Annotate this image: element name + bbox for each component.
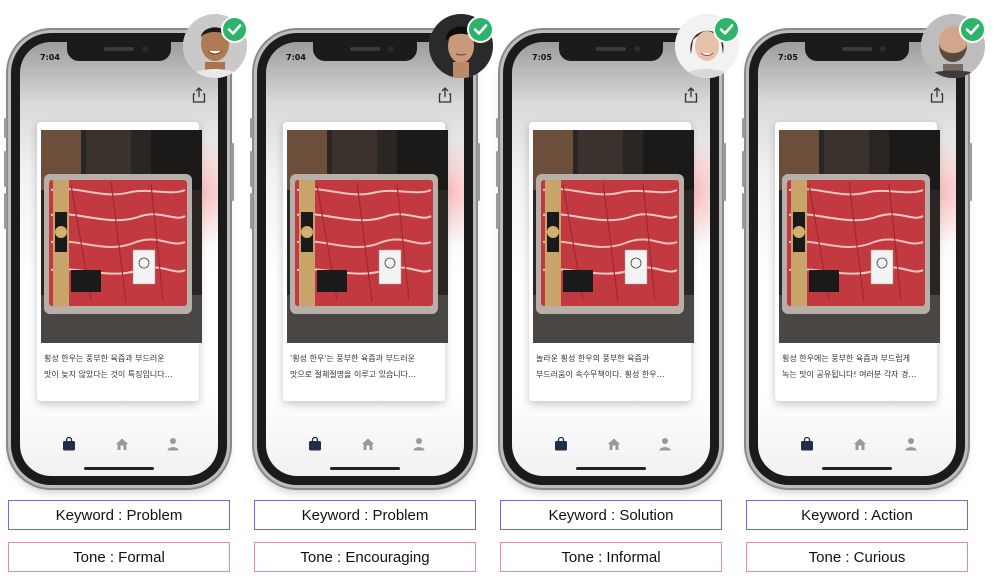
power-button bbox=[723, 143, 726, 201]
bottom-tab-bar bbox=[266, 437, 464, 457]
power-button bbox=[477, 143, 480, 201]
share-icon[interactable] bbox=[438, 87, 452, 103]
bottom-tab-bar bbox=[512, 437, 710, 457]
mute-switch bbox=[742, 118, 745, 138]
variant-panel-4: 7:05 횡성 한우에는 풍부한 육즙과 부드럽게 녹는 맛이 공유됩니다! 여… bbox=[742, 0, 986, 578]
variant-panel-3: 7:05 놀라운 횡성 한우의 풍부한 육즙과 부드러움이 속수무책이다. 횡성… bbox=[496, 0, 740, 578]
keyword-label: Keyword : Problem bbox=[254, 500, 476, 530]
bag-icon[interactable] bbox=[800, 437, 814, 451]
person-icon[interactable] bbox=[412, 437, 426, 451]
post-card[interactable]: 놀라운 횡성 한우의 풍부한 육즙과 부드러움이 속수무책이다. 횡성 한우… bbox=[529, 122, 694, 401]
check-icon bbox=[221, 16, 248, 43]
home-icon[interactable] bbox=[361, 437, 375, 451]
person-icon[interactable] bbox=[658, 437, 672, 451]
caption-line: 맛이 늦지 않았다는 것이 특징입니다… bbox=[44, 370, 173, 379]
hanwoo-beef-photo bbox=[287, 130, 448, 343]
volume-up-button bbox=[250, 151, 253, 187]
home-indicator bbox=[84, 467, 154, 470]
person-icon[interactable] bbox=[904, 437, 918, 451]
volume-up-button bbox=[4, 151, 7, 187]
share-icon[interactable] bbox=[930, 87, 944, 103]
check-icon bbox=[467, 16, 494, 43]
volume-down-button bbox=[250, 193, 253, 229]
notch bbox=[313, 42, 417, 61]
phone-screen: 7:04 bbox=[20, 42, 218, 476]
bag-icon[interactable] bbox=[308, 437, 322, 451]
keyword-label: Keyword : Problem bbox=[8, 500, 230, 530]
keyword-label: Keyword : Action bbox=[746, 500, 968, 530]
phone-mockup: 7:04 bbox=[250, 33, 480, 485]
caption-line: 부드러움이 속수무책이다. 횡성 한우… bbox=[536, 370, 665, 379]
tone-label: Tone : Informal bbox=[500, 542, 722, 572]
volume-up-button bbox=[496, 151, 499, 187]
status-time: 7:05 bbox=[778, 53, 798, 62]
mute-switch bbox=[4, 118, 7, 138]
phone-screen: 7:04 bbox=[266, 42, 464, 476]
post-caption: 횡성 한우는 풍부한 육즙과 부드러운 맛이 늦지 않았다는 것이 특징입니다… bbox=[44, 351, 192, 383]
volume-down-button bbox=[4, 193, 7, 229]
tone-label: Tone : Encouraging bbox=[254, 542, 476, 572]
post-card[interactable]: 횡성 한우는 풍부한 육즙과 부드러운 맛이 늦지 않았다는 것이 특징입니다… bbox=[37, 122, 202, 401]
caption-line: 녹는 맛이 공유됩니다! 여러분 각자 경… bbox=[782, 370, 917, 379]
post-card[interactable]: '횡성 한우'는 풍부한 육즙과 부드러운 맛으로 절체절명을 이루고 있습니다… bbox=[283, 122, 448, 401]
phone-mockup: 7:04 bbox=[4, 33, 234, 485]
hanwoo-beef-photo bbox=[41, 130, 202, 343]
power-button bbox=[231, 143, 234, 201]
home-indicator bbox=[822, 467, 892, 470]
mute-switch bbox=[496, 118, 499, 138]
notch bbox=[805, 42, 909, 61]
phone-mockup: 7:05 bbox=[742, 33, 972, 485]
phone-mockup: 7:05 bbox=[496, 33, 726, 485]
mute-switch bbox=[250, 118, 253, 138]
status-time: 7:04 bbox=[40, 53, 60, 62]
home-icon[interactable] bbox=[115, 437, 129, 451]
post-card[interactable]: 횡성 한우에는 풍부한 육즙과 부드럽게 녹는 맛이 공유됩니다! 여러분 각자… bbox=[775, 122, 940, 401]
check-icon bbox=[959, 16, 986, 43]
power-button bbox=[969, 143, 972, 201]
tone-label: Tone : Formal bbox=[8, 542, 230, 572]
notch bbox=[559, 42, 663, 61]
hanwoo-beef-photo bbox=[779, 130, 940, 343]
notch bbox=[67, 42, 171, 61]
bag-icon[interactable] bbox=[554, 437, 568, 451]
person-icon[interactable] bbox=[166, 437, 180, 451]
caption-line: 맛으로 절체절명을 이루고 있습니다… bbox=[290, 370, 417, 379]
status-time: 7:04 bbox=[286, 53, 306, 62]
caption-line: '횡성 한우'는 풍부한 육즙과 부드러운 bbox=[290, 354, 415, 363]
volume-up-button bbox=[742, 151, 745, 187]
keyword-label: Keyword : Solution bbox=[500, 500, 722, 530]
tone-label: Tone : Curious bbox=[746, 542, 968, 572]
bottom-tab-bar bbox=[758, 437, 956, 457]
bottom-tab-bar bbox=[20, 437, 218, 457]
volume-down-button bbox=[496, 193, 499, 229]
home-icon[interactable] bbox=[607, 437, 621, 451]
post-caption: 횡성 한우에는 풍부한 육즙과 부드럽게 녹는 맛이 공유됩니다! 여러분 각자… bbox=[782, 351, 930, 383]
phone-screen: 7:05 bbox=[512, 42, 710, 476]
volume-down-button bbox=[742, 193, 745, 229]
home-icon[interactable] bbox=[853, 437, 867, 451]
post-caption: '횡성 한우'는 풍부한 육즙과 부드러운 맛으로 절체절명을 이루고 있습니다… bbox=[290, 351, 438, 383]
phone-screen: 7:05 bbox=[758, 42, 956, 476]
variant-panel-2: 7:04 '횡성 한우'는 풍부한 육즙과 부드러운 맛으로 절체절명을 이루고… bbox=[250, 0, 494, 578]
caption-line: 횡성 한우는 풍부한 육즙과 부드러운 bbox=[44, 354, 165, 363]
check-icon bbox=[713, 16, 740, 43]
status-time: 7:05 bbox=[532, 53, 552, 62]
caption-line: 놀라운 횡성 한우의 풍부한 육즙과 bbox=[536, 354, 650, 363]
home-indicator bbox=[576, 467, 646, 470]
share-icon[interactable] bbox=[684, 87, 698, 103]
hanwoo-beef-photo bbox=[533, 130, 694, 343]
bag-icon[interactable] bbox=[62, 437, 76, 451]
home-indicator bbox=[330, 467, 400, 470]
variant-panel-1: 7:04 횡성 한우는 풍부한 육즙과 부드러운 맛이 늦지 않았다는 것이 특… bbox=[4, 0, 248, 578]
caption-line: 횡성 한우에는 풍부한 육즙과 부드럽게 bbox=[782, 354, 910, 363]
share-icon[interactable] bbox=[192, 87, 206, 103]
post-caption: 놀라운 횡성 한우의 풍부한 육즙과 부드러움이 속수무책이다. 횡성 한우… bbox=[536, 351, 684, 383]
